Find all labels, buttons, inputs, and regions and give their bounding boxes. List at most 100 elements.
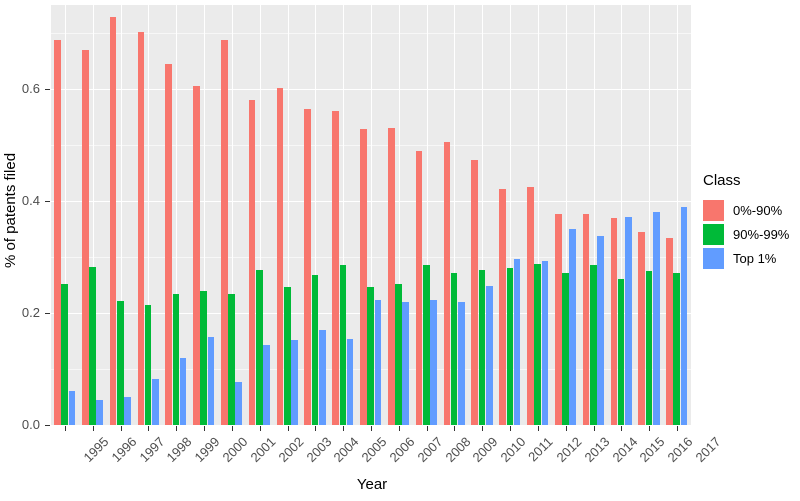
legend-key-swatch <box>703 247 724 269</box>
x-tick-mark <box>427 426 428 431</box>
x-tick-label: 2012 <box>553 434 585 466</box>
bar <box>276 88 284 425</box>
x-tick-mark <box>315 426 316 431</box>
bar <box>485 285 493 425</box>
bar <box>172 293 180 425</box>
bar <box>152 378 159 425</box>
x-tick-mark <box>176 426 177 431</box>
bar <box>527 187 534 425</box>
legend-item-label: 0%-90% <box>733 202 783 218</box>
legend-key-swatch <box>703 223 724 245</box>
legend-items: 0%-90% 90%-99% Top 1% <box>703 198 798 270</box>
y-tick-label: 0.0 <box>21 417 40 432</box>
bar <box>554 213 562 425</box>
legend-title: Class <box>703 172 741 189</box>
bar <box>263 345 270 425</box>
y-tick-label: 0.4 <box>21 193 40 208</box>
x-tick-label: 2008 <box>442 434 474 466</box>
bar <box>458 301 465 425</box>
bar <box>638 231 646 425</box>
x-tick-mark <box>65 426 66 431</box>
legend-item-label: Top 1% <box>733 250 777 266</box>
bar <box>346 339 354 425</box>
bar <box>415 150 423 425</box>
bar <box>109 17 117 425</box>
x-tick-label: 2013 <box>581 434 613 466</box>
legend-key-swatch <box>703 199 724 221</box>
bar <box>569 229 577 425</box>
legend: Class 0%-90% 90%-99% Top 1% <box>703 172 798 270</box>
bar <box>116 301 124 425</box>
y-tick-mark <box>45 89 50 90</box>
x-tick-label: 2010 <box>497 434 529 466</box>
x-tick-mark <box>594 426 595 431</box>
x-tick-label: 2000 <box>219 434 251 466</box>
x-tick-label: 2004 <box>330 434 362 466</box>
x-tick-mark <box>343 426 344 431</box>
bar <box>471 160 479 425</box>
x-tick-label: 2014 <box>609 434 641 466</box>
x-tick-label: 1999 <box>191 434 223 466</box>
y-axis-ticks: 0.0 0.2 0.4 0.6 <box>0 0 50 501</box>
x-tick-label: 2017 <box>692 434 724 466</box>
x-tick-label: 2003 <box>302 434 335 466</box>
x-tick-label: 2005 <box>358 434 390 466</box>
y-tick-label: 0.2 <box>21 305 40 320</box>
legend-item-label: 90%-99% <box>733 226 790 242</box>
x-tick-mark <box>232 426 233 431</box>
x-tick-label: 1996 <box>108 434 140 466</box>
legend-item: 0%-90% <box>703 198 798 222</box>
bar <box>228 293 235 425</box>
bar <box>541 260 549 425</box>
x-tick-label: 2016 <box>664 434 696 466</box>
x-tick-mark <box>566 426 567 431</box>
x-tick-label: 2001 <box>247 434 279 466</box>
bar <box>221 40 228 425</box>
bar <box>207 336 215 425</box>
bar <box>200 291 208 425</box>
bar <box>137 32 145 425</box>
bar <box>450 273 458 425</box>
bar <box>124 397 131 425</box>
bar <box>597 236 604 425</box>
bar <box>179 357 187 425</box>
x-tick-mark <box>538 426 539 431</box>
bar <box>423 265 430 425</box>
x-tick-mark <box>677 426 678 431</box>
x-tick-mark <box>510 426 511 431</box>
bar <box>360 129 367 425</box>
bar <box>680 206 688 425</box>
x-tick-mark <box>482 426 483 431</box>
bar <box>54 40 61 425</box>
x-tick-mark <box>371 426 372 431</box>
bar <box>68 390 76 425</box>
bar <box>374 299 382 425</box>
bar <box>96 399 103 425</box>
bar <box>291 339 298 425</box>
chart-root: % of patents filed 0.0 0.2 0.4 0.6 1995 1996… <box>0 0 800 501</box>
x-tick-mark <box>121 426 122 431</box>
bar <box>395 283 402 425</box>
bar <box>235 381 243 425</box>
bar <box>652 212 660 425</box>
x-tick-label: 2009 <box>469 434 501 466</box>
bar <box>499 188 506 425</box>
x-tick-mark <box>454 426 455 431</box>
x-tick-mark <box>649 426 650 431</box>
bar <box>304 108 312 425</box>
legend-item: Top 1% <box>703 246 798 270</box>
bar <box>478 270 486 425</box>
x-tick-mark <box>288 426 289 431</box>
bar <box>193 86 200 425</box>
x-tick-mark <box>399 426 400 431</box>
bar <box>589 264 597 425</box>
bar <box>165 63 172 425</box>
bar <box>248 99 256 425</box>
y-tick-mark <box>45 425 50 426</box>
x-tick-mark <box>204 426 205 431</box>
x-tick-mark <box>260 426 261 431</box>
bar <box>625 216 632 425</box>
bar <box>645 271 653 425</box>
bar <box>367 287 374 425</box>
x-tick-label: 2006 <box>386 434 418 466</box>
